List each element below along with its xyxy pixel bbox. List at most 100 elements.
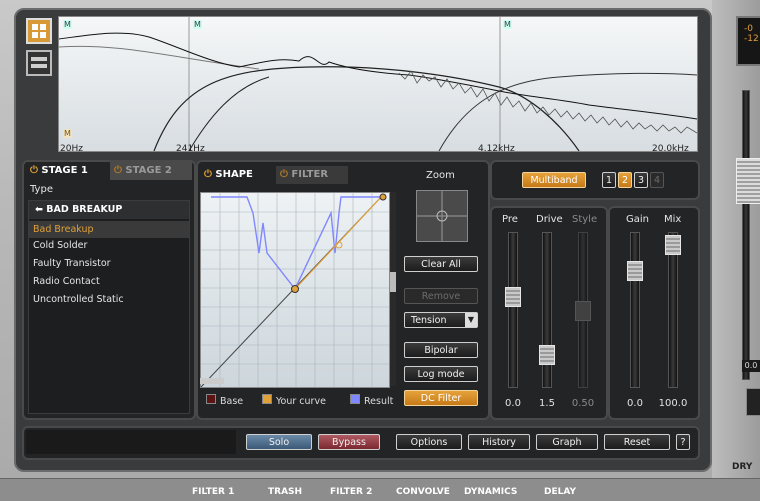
gain-label: Gain (626, 214, 649, 225)
mix-slider-knob[interactable] (665, 235, 681, 255)
multiband-button[interactable]: Multiband (522, 172, 586, 188)
preset-list: ⬅ BAD BREAKUP Bad Breakup Cold Solder Fa… (28, 200, 190, 414)
graph-button[interactable]: Graph (536, 434, 598, 450)
freq-label-mid-high: 4.12kHz (478, 144, 515, 154)
legend-curve-swatch (262, 394, 272, 404)
preset-item-uncontrolled-static[interactable]: Uncontrolled Static (33, 294, 124, 305)
freq-label-high: 20.0kHz (652, 144, 689, 154)
status-area (26, 430, 236, 454)
drive-label: Drive (536, 214, 563, 225)
dry-label: DRY (732, 462, 753, 472)
curve-scrollbar[interactable] (390, 192, 396, 386)
solo-button[interactable]: Solo (246, 434, 312, 450)
readout-bottom: -12 (744, 34, 759, 44)
band-marker-4[interactable]: M (63, 129, 72, 138)
preset-item-radio-contact[interactable]: Radio Contact (33, 276, 100, 287)
power-icon: ⏻ (280, 169, 288, 180)
zoom-label: Zoom (426, 170, 455, 181)
drive-value[interactable]: 1.5 (529, 398, 565, 409)
gain-slider[interactable] (627, 232, 643, 388)
output-slider[interactable] (742, 90, 750, 380)
style-label: Style (572, 214, 598, 225)
dry-button[interactable] (746, 388, 760, 416)
options-button[interactable]: Options (396, 434, 462, 450)
type-label: Type (30, 184, 53, 195)
preset-item-cold-solder[interactable]: Cold Solder (33, 240, 87, 251)
tab-shape[interactable]: ⏻ SHAPE (200, 166, 272, 184)
pre-slider-knob[interactable] (505, 287, 521, 307)
shape-panel: ⏻ SHAPE ⏻ FILTER Zoom Clear All Remove T… (196, 160, 490, 420)
band-2-button[interactable]: 2 (618, 172, 632, 188)
legend-base: Base (206, 394, 243, 407)
legend-curve: Your curve (262, 394, 326, 407)
legend-result-swatch (350, 394, 360, 404)
clear-all-button[interactable]: Clear All (404, 256, 478, 272)
spectrum-view-icon[interactable] (26, 50, 52, 76)
preset-header[interactable]: ⬅ BAD BREAKUP (29, 201, 189, 219)
spectrum-graph (58, 17, 698, 152)
sliders-panel-left: Pre Drive Style 0.0 1.5 0.50 (490, 206, 608, 420)
band-marker-3[interactable]: M (503, 20, 512, 29)
drive-slider-knob[interactable] (539, 345, 555, 365)
output-readout: -0 -12 (736, 16, 760, 66)
style-slider[interactable] (575, 232, 591, 388)
pre-value[interactable]: 0.0 (495, 398, 531, 409)
log-mode-button[interactable]: Log mode (404, 366, 478, 382)
output-slider-knob[interactable] (736, 158, 760, 204)
mix-value[interactable]: 100.0 (655, 398, 691, 409)
right-strip (712, 0, 760, 500)
mix-slider[interactable] (665, 232, 681, 388)
gain-slider-knob[interactable] (627, 261, 643, 281)
module-strip (0, 478, 760, 501)
power-icon: ⏻ (204, 169, 212, 180)
power-icon: ⏻ (114, 165, 122, 176)
bipolar-button[interactable]: Bipolar (404, 342, 478, 358)
curve-graph (200, 193, 389, 388)
style-slider-knob[interactable] (575, 301, 591, 321)
logo-icon[interactable] (26, 18, 52, 44)
module-trash[interactable]: TRASH (268, 487, 302, 497)
zoom-pad[interactable] (416, 190, 468, 242)
freq-label-mid-low: 241Hz (176, 144, 205, 154)
gain-value[interactable]: 0.0 (617, 398, 653, 409)
help-button[interactable]: ? (676, 434, 690, 450)
curve-editor[interactable] (200, 192, 390, 388)
drive-slider[interactable] (539, 232, 555, 388)
band-4-button[interactable]: 4 (650, 172, 664, 188)
band-1-button[interactable]: 1 (602, 172, 616, 188)
bypass-button[interactable]: Bypass (318, 434, 380, 450)
module-filter-1[interactable]: FILTER 1 (192, 487, 234, 497)
readout-top: -0 (744, 24, 753, 34)
spectrum-display[interactable]: M M M M (58, 16, 698, 152)
module-delay[interactable]: DELAY (544, 487, 576, 497)
multiband-panel: Multiband 1 2 3 4 (490, 160, 700, 200)
tab-filter[interactable]: ⏻ FILTER (276, 166, 348, 184)
freq-label-low: 20Hz (60, 144, 83, 154)
module-convolve[interactable]: CONVOLVE (396, 487, 450, 497)
dc-filter-button[interactable]: DC Filter (404, 390, 478, 406)
history-button[interactable]: History (468, 434, 530, 450)
pre-slider[interactable] (505, 232, 521, 388)
legend-base-swatch (206, 394, 216, 404)
pre-label: Pre (502, 214, 518, 225)
preset-item-faulty-transistor[interactable]: Faulty Transistor (33, 258, 111, 269)
output-value[interactable]: 0.0 (742, 360, 760, 372)
reset-button[interactable]: Reset (604, 434, 670, 450)
curve-hscrollbar[interactable] (200, 378, 224, 384)
band-3-button[interactable]: 3 (634, 172, 648, 188)
module-dynamics[interactable]: DYNAMICS (464, 487, 517, 497)
back-arrow-icon[interactable]: ⬅ (35, 204, 43, 215)
band-marker-1[interactable]: M (63, 20, 72, 29)
tab-stage-2[interactable]: ⏻ STAGE 2 (110, 162, 192, 180)
legend-result: Result (350, 394, 393, 407)
style-value[interactable]: 0.50 (565, 398, 601, 409)
band-marker-2[interactable]: M (193, 20, 202, 29)
tension-select[interactable]: Tension ▼ (404, 312, 478, 328)
mix-label: Mix (664, 214, 682, 225)
power-icon: ⏻ (30, 165, 38, 176)
stage-panel: ⏻ STAGE 1 ⏻ STAGE 2 Type ⬅ BAD BREAKUP B… (22, 160, 196, 420)
preset-item-bad-breakup[interactable]: Bad Breakup (29, 221, 189, 238)
remove-button[interactable]: Remove (404, 288, 478, 304)
module-filter-2[interactable]: FILTER 2 (330, 487, 372, 497)
tab-stage-1[interactable]: ⏻ STAGE 1 (26, 162, 108, 180)
